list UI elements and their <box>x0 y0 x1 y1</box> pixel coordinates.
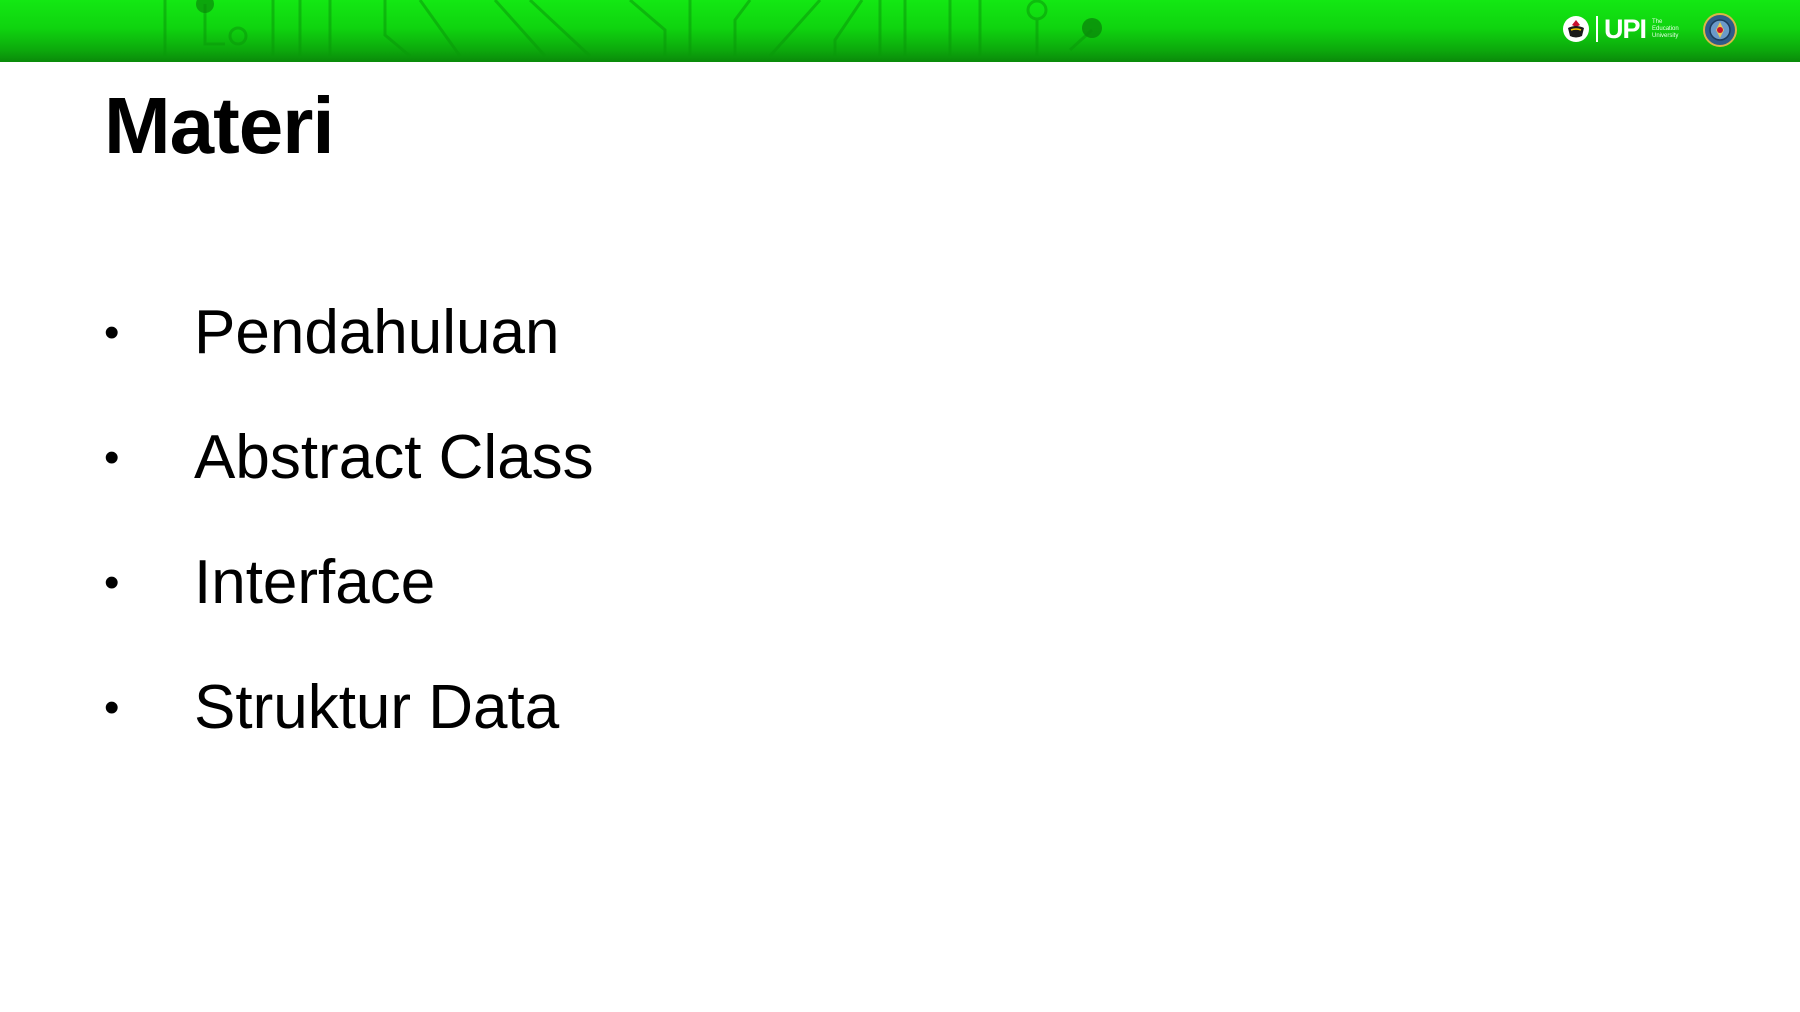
bullet-text: Abstract Class <box>194 422 594 492</box>
institution-seal-icon <box>1703 13 1737 47</box>
bullet-dot-icon: • <box>104 557 120 607</box>
slide-title: Materi <box>104 81 335 170</box>
logo-divider <box>1596 16 1598 42</box>
tagline-line: University <box>1652 32 1679 39</box>
bullet-item: • Abstract Class <box>104 395 594 520</box>
bullet-list: • Pendahuluan • Abstract Class • Interfa… <box>104 270 594 770</box>
bullet-item: • Pendahuluan <box>104 270 594 395</box>
bullet-dot-icon: • <box>104 432 120 482</box>
upi-logo: UPI The Education University <box>1562 12 1679 46</box>
slide: UPI The Education University Materi • Pe… <box>0 0 1800 1012</box>
header-banner: UPI The Education University <box>0 0 1800 62</box>
upi-tagline: The Education University <box>1652 19 1679 40</box>
tagline-line: Education <box>1652 25 1679 32</box>
bullet-item: • Interface <box>104 520 594 645</box>
bullet-dot-icon: • <box>104 682 120 732</box>
upi-wordmark: UPI <box>1604 13 1647 44</box>
bullet-dot-icon: • <box>104 307 120 357</box>
bullet-text: Pendahuluan <box>194 297 560 367</box>
bullet-text: Interface <box>194 547 436 617</box>
circuit-pattern <box>163 0 1102 58</box>
tagline-line: The <box>1652 18 1663 25</box>
bullet-item: • Struktur Data <box>104 645 594 770</box>
upi-emblem-icon <box>1563 16 1589 42</box>
bullet-text: Struktur Data <box>194 672 560 742</box>
